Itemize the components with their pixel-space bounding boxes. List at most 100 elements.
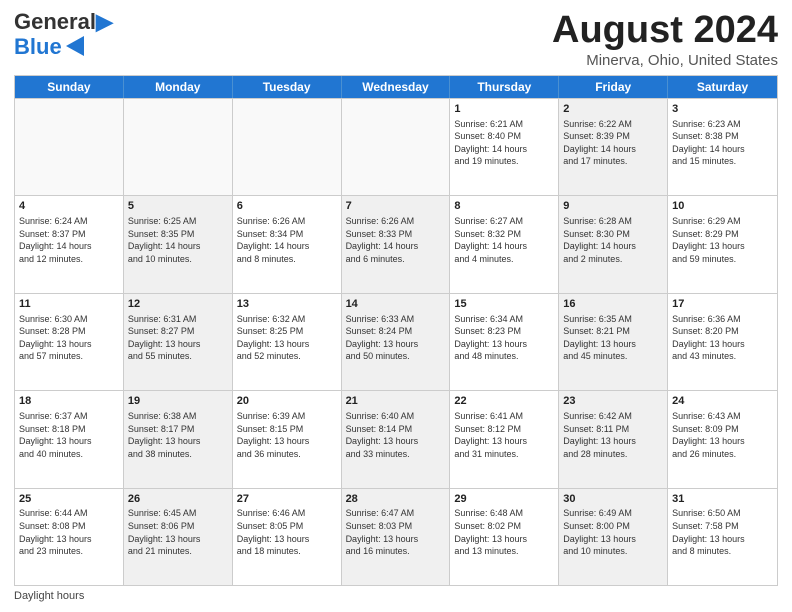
day-info-23: Sunrise: 6:42 AM Sunset: 8:11 PM Dayligh… — [563, 410, 663, 460]
calendar-cell-28: 28Sunrise: 6:47 AM Sunset: 8:03 PM Dayli… — [342, 489, 451, 585]
day-number-16: 16 — [563, 297, 663, 312]
day-info-22: Sunrise: 6:41 AM Sunset: 8:12 PM Dayligh… — [454, 410, 554, 460]
calendar-cell-1: 1Sunrise: 6:21 AM Sunset: 8:40 PM Daylig… — [450, 99, 559, 195]
day-info-30: Sunrise: 6:49 AM Sunset: 8:00 PM Dayligh… — [563, 507, 663, 557]
day-info-12: Sunrise: 6:31 AM Sunset: 8:27 PM Dayligh… — [128, 313, 228, 363]
day-info-4: Sunrise: 6:24 AM Sunset: 8:37 PM Dayligh… — [19, 215, 119, 265]
calendar-cell-7: 7Sunrise: 6:26 AM Sunset: 8:33 PM Daylig… — [342, 196, 451, 292]
logo-blue-text: Blue — [14, 34, 62, 60]
weekday-header-tuesday: Tuesday — [233, 76, 342, 98]
logo-blue: ▶ — [96, 9, 113, 34]
calendar-cell-3: 3Sunrise: 6:23 AM Sunset: 8:38 PM Daylig… — [668, 99, 777, 195]
day-number-8: 8 — [454, 199, 554, 214]
logo-wrapper: General▶ — [14, 10, 113, 34]
calendar-cell-27: 27Sunrise: 6:46 AM Sunset: 8:05 PM Dayli… — [233, 489, 342, 585]
calendar-cell-2: 2Sunrise: 6:22 AM Sunset: 8:39 PM Daylig… — [559, 99, 668, 195]
day-number-21: 21 — [346, 394, 446, 409]
day-number-23: 23 — [563, 394, 663, 409]
day-info-31: Sunrise: 6:50 AM Sunset: 7:58 PM Dayligh… — [672, 507, 773, 557]
logo: General▶ Blue — [14, 10, 113, 60]
day-number-12: 12 — [128, 297, 228, 312]
day-number-31: 31 — [672, 492, 773, 507]
calendar-cell-17: 17Sunrise: 6:36 AM Sunset: 8:20 PM Dayli… — [668, 294, 777, 390]
page: General▶ Blue August 2024 Minerva, Ohio,… — [0, 0, 792, 612]
calendar-cell-24: 24Sunrise: 6:43 AM Sunset: 8:09 PM Dayli… — [668, 391, 777, 487]
calendar-row-3: 18Sunrise: 6:37 AM Sunset: 8:18 PM Dayli… — [15, 390, 777, 487]
day-number-28: 28 — [346, 492, 446, 507]
header: General▶ Blue August 2024 Minerva, Ohio,… — [14, 10, 778, 69]
day-info-27: Sunrise: 6:46 AM Sunset: 8:05 PM Dayligh… — [237, 507, 337, 557]
day-info-3: Sunrise: 6:23 AM Sunset: 8:38 PM Dayligh… — [672, 118, 773, 168]
day-number-30: 30 — [563, 492, 663, 507]
daylight-label: Daylight hours — [14, 590, 84, 602]
day-number-15: 15 — [454, 297, 554, 312]
calendar-cell-9: 9Sunrise: 6:28 AM Sunset: 8:30 PM Daylig… — [559, 196, 668, 292]
calendar-cell-23: 23Sunrise: 6:42 AM Sunset: 8:11 PM Dayli… — [559, 391, 668, 487]
day-number-1: 1 — [454, 102, 554, 117]
weekday-header-saturday: Saturday — [668, 76, 777, 98]
day-number-29: 29 — [454, 492, 554, 507]
calendar-cell-18: 18Sunrise: 6:37 AM Sunset: 8:18 PM Dayli… — [15, 391, 124, 487]
page-subtitle: Minerva, Ohio, United States — [552, 52, 778, 69]
calendar-cell-19: 19Sunrise: 6:38 AM Sunset: 8:17 PM Dayli… — [124, 391, 233, 487]
logo-triangle-icon — [64, 36, 86, 56]
day-info-1: Sunrise: 6:21 AM Sunset: 8:40 PM Dayligh… — [454, 118, 554, 168]
day-number-25: 25 — [19, 492, 119, 507]
day-info-8: Sunrise: 6:27 AM Sunset: 8:32 PM Dayligh… — [454, 215, 554, 265]
day-info-9: Sunrise: 6:28 AM Sunset: 8:30 PM Dayligh… — [563, 215, 663, 265]
calendar-cell-empty-0-2 — [233, 99, 342, 195]
day-number-9: 9 — [563, 199, 663, 214]
day-number-4: 4 — [19, 199, 119, 214]
day-number-24: 24 — [672, 394, 773, 409]
calendar-row-0: 1Sunrise: 6:21 AM Sunset: 8:40 PM Daylig… — [15, 98, 777, 195]
calendar-cell-11: 11Sunrise: 6:30 AM Sunset: 8:28 PM Dayli… — [15, 294, 124, 390]
calendar-cell-10: 10Sunrise: 6:29 AM Sunset: 8:29 PM Dayli… — [668, 196, 777, 292]
calendar-cell-empty-0-3 — [342, 99, 451, 195]
calendar-row-2: 11Sunrise: 6:30 AM Sunset: 8:28 PM Dayli… — [15, 293, 777, 390]
day-number-5: 5 — [128, 199, 228, 214]
day-info-20: Sunrise: 6:39 AM Sunset: 8:15 PM Dayligh… — [237, 410, 337, 460]
calendar-cell-empty-0-0 — [15, 99, 124, 195]
day-info-6: Sunrise: 6:26 AM Sunset: 8:34 PM Dayligh… — [237, 215, 337, 265]
weekday-header-friday: Friday — [559, 76, 668, 98]
day-info-26: Sunrise: 6:45 AM Sunset: 8:06 PM Dayligh… — [128, 507, 228, 557]
day-number-27: 27 — [237, 492, 337, 507]
day-number-3: 3 — [672, 102, 773, 117]
day-info-21: Sunrise: 6:40 AM Sunset: 8:14 PM Dayligh… — [346, 410, 446, 460]
day-number-7: 7 — [346, 199, 446, 214]
day-number-14: 14 — [346, 297, 446, 312]
calendar-header: SundayMondayTuesdayWednesdayThursdayFrid… — [15, 76, 777, 98]
day-info-24: Sunrise: 6:43 AM Sunset: 8:09 PM Dayligh… — [672, 410, 773, 460]
day-info-13: Sunrise: 6:32 AM Sunset: 8:25 PM Dayligh… — [237, 313, 337, 363]
day-info-19: Sunrise: 6:38 AM Sunset: 8:17 PM Dayligh… — [128, 410, 228, 460]
day-info-10: Sunrise: 6:29 AM Sunset: 8:29 PM Dayligh… — [672, 215, 773, 265]
calendar-cell-5: 5Sunrise: 6:25 AM Sunset: 8:35 PM Daylig… — [124, 196, 233, 292]
day-number-22: 22 — [454, 394, 554, 409]
weekday-header-monday: Monday — [124, 76, 233, 98]
calendar-cell-empty-0-1 — [124, 99, 233, 195]
day-number-18: 18 — [19, 394, 119, 409]
calendar-cell-20: 20Sunrise: 6:39 AM Sunset: 8:15 PM Dayli… — [233, 391, 342, 487]
calendar-row-1: 4Sunrise: 6:24 AM Sunset: 8:37 PM Daylig… — [15, 195, 777, 292]
day-number-20: 20 — [237, 394, 337, 409]
day-info-5: Sunrise: 6:25 AM Sunset: 8:35 PM Dayligh… — [128, 215, 228, 265]
calendar-body: 1Sunrise: 6:21 AM Sunset: 8:40 PM Daylig… — [15, 98, 777, 585]
calendar-cell-13: 13Sunrise: 6:32 AM Sunset: 8:25 PM Dayli… — [233, 294, 342, 390]
calendar-row-4: 25Sunrise: 6:44 AM Sunset: 8:08 PM Dayli… — [15, 488, 777, 585]
day-info-7: Sunrise: 6:26 AM Sunset: 8:33 PM Dayligh… — [346, 215, 446, 265]
day-info-14: Sunrise: 6:33 AM Sunset: 8:24 PM Dayligh… — [346, 313, 446, 363]
weekday-header-thursday: Thursday — [450, 76, 559, 98]
day-info-2: Sunrise: 6:22 AM Sunset: 8:39 PM Dayligh… — [563, 118, 663, 168]
title-block: August 2024 Minerva, Ohio, United States — [552, 10, 778, 69]
day-number-13: 13 — [237, 297, 337, 312]
calendar-cell-30: 30Sunrise: 6:49 AM Sunset: 8:00 PM Dayli… — [559, 489, 668, 585]
day-info-11: Sunrise: 6:30 AM Sunset: 8:28 PM Dayligh… — [19, 313, 119, 363]
calendar-cell-15: 15Sunrise: 6:34 AM Sunset: 8:23 PM Dayli… — [450, 294, 559, 390]
footer: Daylight hours — [14, 590, 778, 602]
calendar-cell-25: 25Sunrise: 6:44 AM Sunset: 8:08 PM Dayli… — [15, 489, 124, 585]
calendar-cell-8: 8Sunrise: 6:27 AM Sunset: 8:32 PM Daylig… — [450, 196, 559, 292]
weekday-header-wednesday: Wednesday — [342, 76, 451, 98]
page-title: August 2024 — [552, 10, 778, 52]
day-info-17: Sunrise: 6:36 AM Sunset: 8:20 PM Dayligh… — [672, 313, 773, 363]
day-info-29: Sunrise: 6:48 AM Sunset: 8:02 PM Dayligh… — [454, 507, 554, 557]
